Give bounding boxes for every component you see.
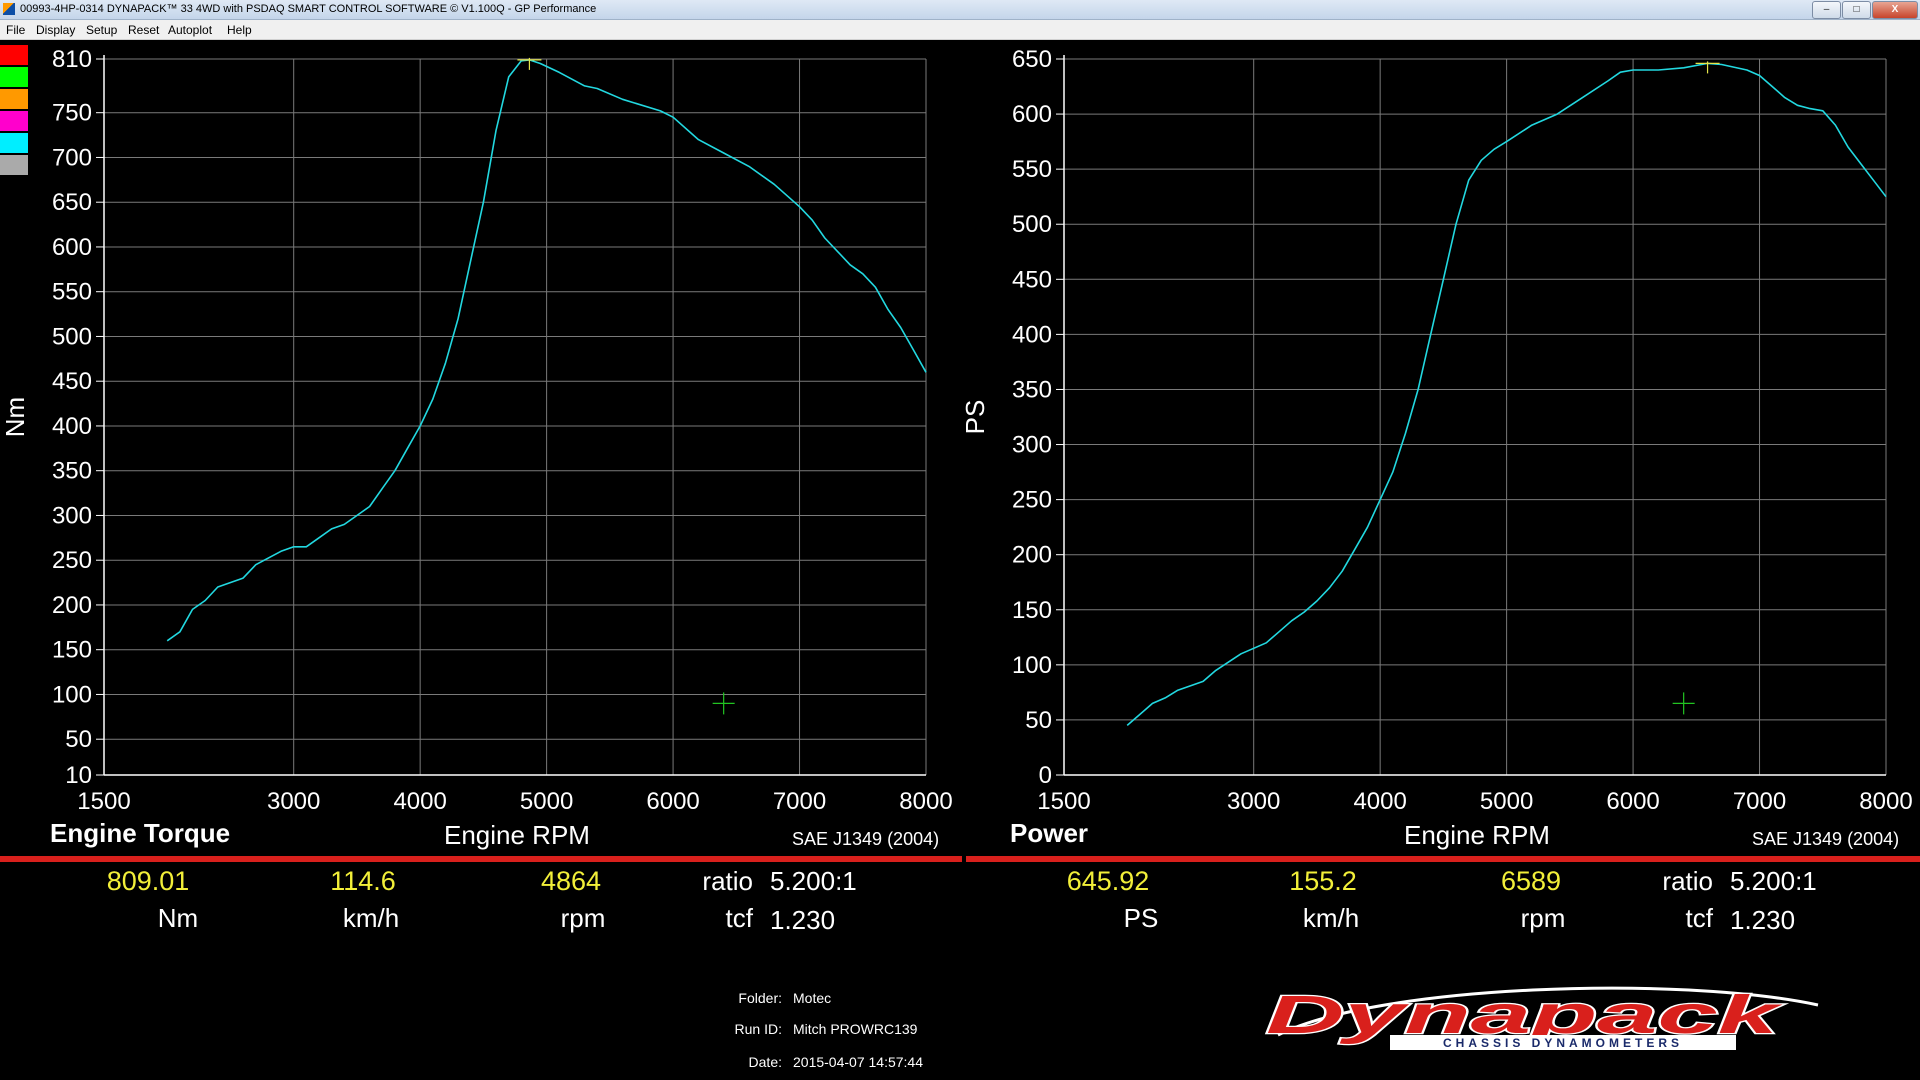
torque-speed-value: 114.6: [330, 866, 396, 896]
power-speed-value: 155.2: [1289, 866, 1357, 896]
power-xtick-label: 5000: [1480, 788, 1533, 815]
torque-tcf-value: 1.230: [770, 905, 836, 935]
power-ytick-label: 200: [1012, 542, 1052, 569]
date-value: 2015-04-07 14:57:44: [793, 1054, 923, 1070]
torque-ytick-label: 750: [52, 100, 92, 127]
runid-label: Run ID:: [734, 1021, 782, 1037]
power-peak-value: 645.92: [1066, 866, 1150, 896]
power-xtick-label: 1500: [1037, 788, 1090, 815]
torque-xtick-label: 8000: [899, 788, 952, 815]
power-ratio-value: 5.200:1: [1730, 866, 1817, 896]
torque-ytick-label: 810: [52, 46, 92, 73]
torque-xtick-label: 1500: [77, 788, 130, 815]
power-ytick-label: 400: [1012, 321, 1052, 348]
power-xtick-label: 8000: [1859, 788, 1912, 815]
torque-ytick-label: 450: [52, 368, 92, 395]
window-controls: – □ X: [1812, 1, 1918, 19]
folder-value: Motec: [793, 990, 832, 1006]
minimize-button[interactable]: –: [1812, 1, 1841, 19]
power-peak-unit: PS: [1123, 903, 1159, 933]
torque-yaxis-label: Nm: [0, 397, 30, 437]
power-ytick-label: 150: [1012, 597, 1052, 624]
folder-label: Folder:: [738, 990, 782, 1006]
torque-xtick-label: 3000: [267, 788, 320, 815]
torque-ytick-label: 550: [52, 279, 92, 306]
power-chart-title: Power: [1010, 818, 1089, 848]
power-ytick-label: 350: [1012, 376, 1052, 403]
power-ytick-label: 250: [1012, 487, 1052, 514]
torque-rpm-value: 4864: [540, 866, 602, 896]
torque-ytick-label: 700: [52, 144, 92, 171]
menu-display[interactable]: Display: [36, 23, 75, 37]
logo-tagline: CHASSIS DYNAMOMETERS: [1443, 1036, 1683, 1050]
menu-bar: File Display Setup Reset Autoplot Help: [0, 20, 1920, 40]
power-ytick-label: 550: [1012, 156, 1052, 183]
power-xtick-label: 6000: [1606, 788, 1659, 815]
runid-value: Mitch PROWRC139: [793, 1021, 918, 1037]
date-label: Date:: [748, 1054, 782, 1070]
power-xtick-label: 4000: [1353, 788, 1406, 815]
power-ytick-label: 650: [1012, 46, 1052, 73]
torque-ytick-label: 650: [52, 189, 92, 216]
torque-ratio-value: 5.200:1: [770, 866, 857, 896]
torque-peak-value: 809.01: [106, 866, 190, 896]
torque-speed-unit: km/h: [342, 903, 400, 933]
power-ytick-label: 100: [1012, 652, 1052, 679]
torque-ytick-label: 400: [52, 413, 92, 440]
torque-ytick-label: 350: [52, 458, 92, 485]
divider-bar-right: [966, 856, 1920, 862]
power-yaxis-label: PS: [960, 400, 990, 435]
torque-ytick-label: 500: [52, 323, 92, 350]
power-sae-label: SAE J1349 (2004): [1752, 829, 1900, 849]
power-ytick-label: 450: [1012, 266, 1052, 293]
torque-xtick-label: 4000: [393, 788, 446, 815]
power-ratio-label: ratio: [1662, 866, 1713, 896]
torque-xtick-label: 6000: [646, 788, 699, 815]
torque-ytick-label: 100: [52, 681, 92, 708]
app-icon: [3, 3, 15, 15]
torque-ytick-label: 300: [52, 502, 92, 529]
torque-xaxis-label: Engine RPM: [444, 820, 590, 850]
close-button[interactable]: X: [1872, 1, 1918, 19]
torque-xtick-label: 7000: [773, 788, 826, 815]
torque-chart-title: Engine Torque: [50, 818, 231, 848]
torque-ratio-label: ratio: [702, 866, 753, 896]
power-xaxis-label: Engine RPM: [1404, 820, 1550, 850]
menu-reset[interactable]: Reset: [128, 23, 159, 37]
menu-autoplot[interactable]: Autoplot: [168, 23, 212, 37]
power-ytick-label: 500: [1012, 211, 1052, 238]
power-xtick-label: 7000: [1733, 788, 1786, 815]
window-title: 00993-4HP-0314 DYNAPACK™ 33 4WD with PSD…: [20, 3, 597, 15]
divider-bar-left: [0, 856, 962, 862]
dynapack-logo: Dynapack CHASSIS DYNAMOMETERS: [1265, 985, 1819, 1050]
torque-ytick-label: 150: [52, 637, 92, 664]
torque-peak-unit: Nm: [157, 903, 199, 933]
torque-xtick-label: 5000: [520, 788, 573, 815]
power-ytick-label: 0: [1039, 762, 1052, 789]
menu-setup[interactable]: Setup: [86, 23, 117, 37]
power-speed-unit: km/h: [1302, 903, 1360, 933]
power-ytick-label: 50: [1025, 707, 1052, 734]
power-ytick-label: 600: [1012, 101, 1052, 128]
dyno-charts: 1050100150200250300350400450500550600650…: [0, 46, 1913, 815]
torque-ytick-label: 200: [52, 592, 92, 619]
power-tcf-value: 1.230: [1730, 905, 1796, 935]
torque-sae-label: SAE J1349 (2004): [792, 829, 940, 849]
menu-file[interactable]: File: [6, 23, 25, 37]
power-ytick-label: 300: [1012, 432, 1052, 459]
torque-ytick-label: 10: [65, 762, 92, 789]
torque-tcf-label: tcf: [725, 903, 753, 933]
torque-ytick-label: 50: [65, 726, 92, 753]
power-tcf-label: tcf: [1685, 903, 1713, 933]
torque-ytick-label: 600: [52, 234, 92, 261]
power-rpm-value: 6589: [1500, 866, 1562, 896]
title-bar: 00993-4HP-0314 DYNAPACK™ 33 4WD with PSD…: [0, 0, 1920, 20]
power-xtick-label: 3000: [1227, 788, 1280, 815]
maximize-button[interactable]: □: [1842, 1, 1871, 19]
torque-ytick-label: 250: [52, 547, 92, 574]
menu-help[interactable]: Help: [227, 23, 252, 37]
